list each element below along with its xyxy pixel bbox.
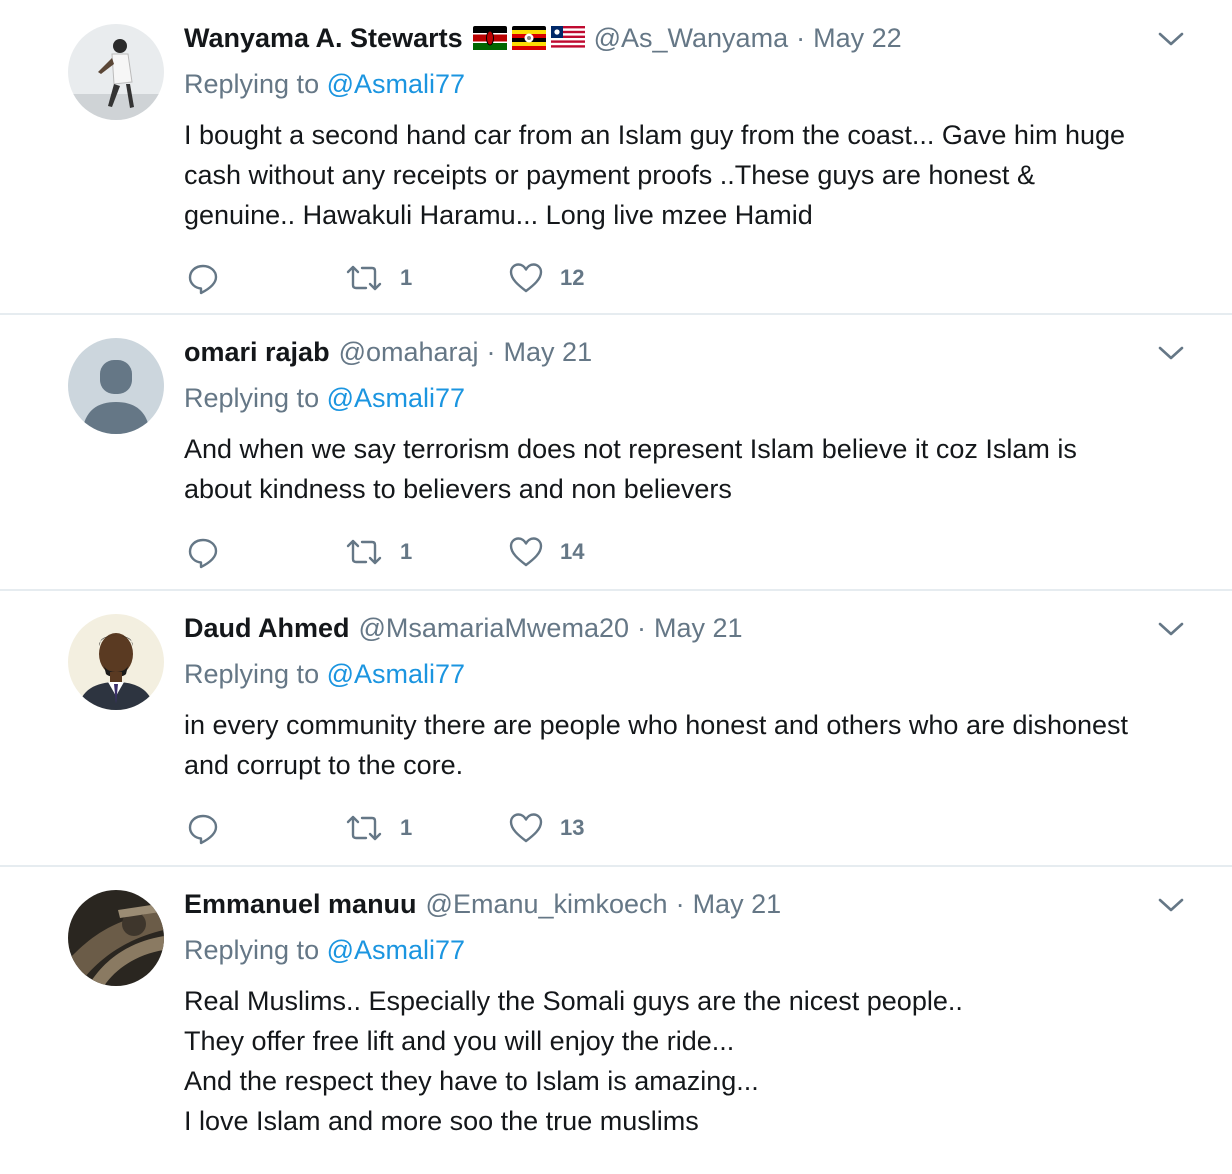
replying-to-line: Replying to @Asmali77	[184, 659, 465, 690]
kenya-flag-icon	[472, 26, 507, 50]
reply-button[interactable]	[186, 808, 220, 848]
tweet-text-line: and corrupt to the core.	[184, 750, 464, 780]
tweet-text: And when we say terrorism does not repre…	[184, 429, 1194, 509]
tweet-date[interactable]: May 21	[504, 337, 593, 368]
tweet-header: Wanyama A. Stewarts @As_Wanyama · May 22	[184, 20, 902, 56]
retweet-count: 1	[400, 815, 413, 840]
tweet-text-line: And when we say terrorism does not repre…	[184, 434, 1077, 464]
reply-icon	[188, 814, 218, 845]
like-count: 12	[560, 265, 585, 290]
replying-to-mention[interactable]: @Asmali77	[327, 383, 465, 413]
heart-icon	[509, 537, 543, 567]
default-avatar-icon	[68, 338, 164, 434]
tweet-text: I bought a second hand car from an Islam…	[184, 115, 1194, 235]
tweet-text-line: Real Muslims.. Especially the Somali guy…	[184, 986, 963, 1016]
like-button[interactable]: 12	[508, 258, 584, 298]
replying-prefix: Replying to	[184, 383, 320, 413]
reply-button[interactable]	[186, 532, 220, 572]
display-name[interactable]: Wanyama A. Stewarts	[184, 23, 463, 54]
chevron-down-icon[interactable]	[1157, 28, 1185, 50]
tweet-text-line: They offer free lift and you will enjoy …	[184, 1026, 735, 1056]
retweet-icon	[346, 539, 382, 565]
separator-dot: ·	[486, 336, 496, 367]
retweet-count: 1	[400, 539, 413, 564]
separator-dot: ·	[637, 612, 646, 643]
flag-emojis	[472, 26, 585, 50]
tweet-text-line: I love Islam and more soo the true musli…	[184, 1106, 699, 1136]
replying-prefix: Replying to	[184, 659, 320, 689]
tweet[interactable]: Wanyama A. Stewarts @As_Wanyama · May 22…	[0, 0, 1232, 314]
separator-dot: ·	[675, 888, 685, 919]
tweet[interactable]: Emmanuel manuu @Emanu_kimkoech · May 21 …	[0, 866, 1232, 1174]
user-handle[interactable]: @As_Wanyama	[594, 23, 788, 54]
tweet-text: in every community there are people who …	[184, 705, 1194, 785]
like-button[interactable]: 13	[508, 808, 584, 848]
tweet-header: Daud Ahmed @MsamariaMwema20 · May 21	[184, 610, 743, 646]
avatar-photo-icon	[68, 24, 164, 120]
tweet[interactable]: omari rajab @omaharaj · May 21 Replying …	[0, 314, 1232, 590]
heart-icon	[509, 263, 543, 293]
display-name[interactable]: Emmanuel manuu	[184, 889, 417, 920]
tweet-text: Real Muslims.. Especially the Somali guy…	[184, 981, 1194, 1141]
replying-to-line: Replying to @Asmali77	[184, 935, 465, 966]
tweet-header: Emmanuel manuu @Emanu_kimkoech · May 21	[184, 886, 781, 922]
chevron-down-icon[interactable]	[1157, 894, 1185, 916]
tweet-date[interactable]: May 22	[813, 23, 902, 54]
avatar[interactable]	[68, 890, 164, 986]
separator-dot: ·	[796, 22, 806, 53]
reply-button[interactable]	[186, 258, 220, 298]
user-handle[interactable]: @MsamariaMwema20	[359, 613, 629, 644]
replying-to-mention[interactable]: @Asmali77	[327, 935, 465, 965]
retweet-count: 1	[400, 265, 413, 290]
retweet-icon	[346, 265, 382, 291]
tweet[interactable]: Daud Ahmed @MsamariaMwema20 · May 21 Rep…	[0, 590, 1232, 866]
display-name[interactable]: Daud Ahmed	[184, 613, 350, 644]
avatar[interactable]	[68, 24, 164, 120]
avatar[interactable]	[68, 338, 164, 434]
chevron-down-icon[interactable]	[1157, 618, 1185, 640]
reply-icon	[188, 538, 218, 569]
tweet-text-line: genuine.. Hawakuli Haramu... Long live m…	[184, 200, 813, 230]
reply-feed: Wanyama A. Stewarts @As_Wanyama · May 22…	[0, 0, 1232, 1174]
chevron-down-icon[interactable]	[1157, 342, 1185, 364]
display-name[interactable]: omari rajab	[184, 337, 330, 368]
user-handle[interactable]: @omaharaj	[339, 337, 479, 368]
retweet-button[interactable]: 1	[344, 808, 412, 848]
user-handle[interactable]: @Emanu_kimkoech	[426, 889, 668, 920]
avatar-photo-icon	[68, 614, 164, 710]
replying-to-line: Replying to @Asmali77	[184, 69, 465, 100]
tweet-date[interactable]: May 21	[693, 889, 782, 920]
replying-prefix: Replying to	[184, 69, 320, 99]
reply-icon	[188, 264, 218, 295]
uganda-flag-icon	[511, 26, 546, 50]
heart-icon	[509, 813, 543, 843]
avatar[interactable]	[68, 614, 164, 710]
tweet-text-line: about kindness to believers and non beli…	[184, 474, 732, 504]
like-button[interactable]: 14	[508, 532, 584, 572]
like-count: 13	[560, 815, 585, 840]
retweet-icon	[346, 815, 382, 841]
replying-to-line: Replying to @Asmali77	[184, 383, 465, 414]
tweet-text-line: cash without any receipts or payment pro…	[184, 160, 1035, 190]
like-count: 14	[560, 539, 585, 564]
tweet-date[interactable]: May 21	[654, 613, 743, 644]
replying-prefix: Replying to	[184, 935, 320, 965]
tweet-header: omari rajab @omaharaj · May 21	[184, 334, 592, 370]
replying-to-mention[interactable]: @Asmali77	[327, 69, 465, 99]
avatar-photo-icon	[68, 890, 164, 986]
retweet-button[interactable]: 1	[344, 532, 412, 572]
liberia-flag-icon	[550, 26, 585, 50]
tweet-text-line: I bought a second hand car from an Islam…	[184, 120, 1126, 150]
retweet-button[interactable]: 1	[344, 258, 412, 298]
tweet-text-line: And the respect they have to Islam is am…	[184, 1066, 759, 1096]
tweet-text-line: in every community there are people who …	[184, 710, 1129, 740]
replying-to-mention[interactable]: @Asmali77	[327, 659, 465, 689]
